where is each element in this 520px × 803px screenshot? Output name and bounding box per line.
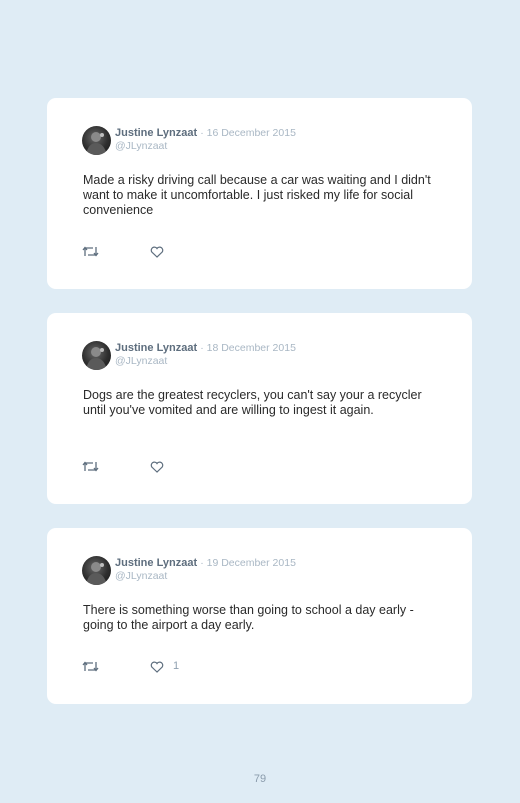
tweet-text: There is something worse than going to s… (83, 603, 414, 632)
heart-icon[interactable] (150, 660, 164, 678)
author-name[interactable]: Justine Lynzaat · 19 December 2015 (115, 557, 296, 569)
like-count: 1 (173, 660, 180, 672)
author-name-text[interactable]: Justine Lynzaat (115, 127, 197, 139)
tweet-text: Made a risky driving call because a car … (83, 173, 431, 217)
retweet-icon[interactable] (82, 245, 99, 263)
retweet-icon[interactable] (82, 460, 99, 478)
avatar[interactable] (82, 341, 111, 370)
tweet-text: Dogs are the greatest recyclers, you can… (83, 388, 422, 417)
heart-icon[interactable] (150, 245, 164, 263)
tweet-actions (82, 245, 282, 261)
author-handle[interactable]: @JLynzaat (115, 355, 167, 367)
page-number: 79 (253, 773, 267, 785)
avatar[interactable] (82, 126, 111, 155)
author-name-text[interactable]: Justine Lynzaat (115, 557, 197, 569)
tweet-card: Justine Lynzaat · 16 December 2015 @JLyn… (47, 98, 472, 289)
author-handle[interactable]: @JLynzaat (115, 570, 167, 582)
avatar[interactable] (82, 556, 111, 585)
author-name-text[interactable]: Justine Lynzaat (115, 342, 197, 354)
tweet-card: Justine Lynzaat · 18 December 2015 @JLyn… (47, 313, 472, 504)
author-name[interactable]: Justine Lynzaat · 18 December 2015 (115, 342, 296, 354)
heart-icon[interactable] (150, 460, 164, 478)
tweet-actions: 1 (82, 660, 282, 676)
retweet-icon[interactable] (82, 660, 99, 678)
author-handle[interactable]: @JLynzaat (115, 140, 167, 152)
tweet-date: · 19 December 2015 (200, 557, 296, 569)
tweet-card: Justine Lynzaat · 19 December 2015 @JLyn… (47, 528, 472, 704)
tweet-date: · 16 December 2015 (200, 127, 296, 139)
tweet-date: · 18 December 2015 (200, 342, 296, 354)
tweet-actions (82, 460, 282, 476)
author-name[interactable]: Justine Lynzaat · 16 December 2015 (115, 127, 296, 139)
